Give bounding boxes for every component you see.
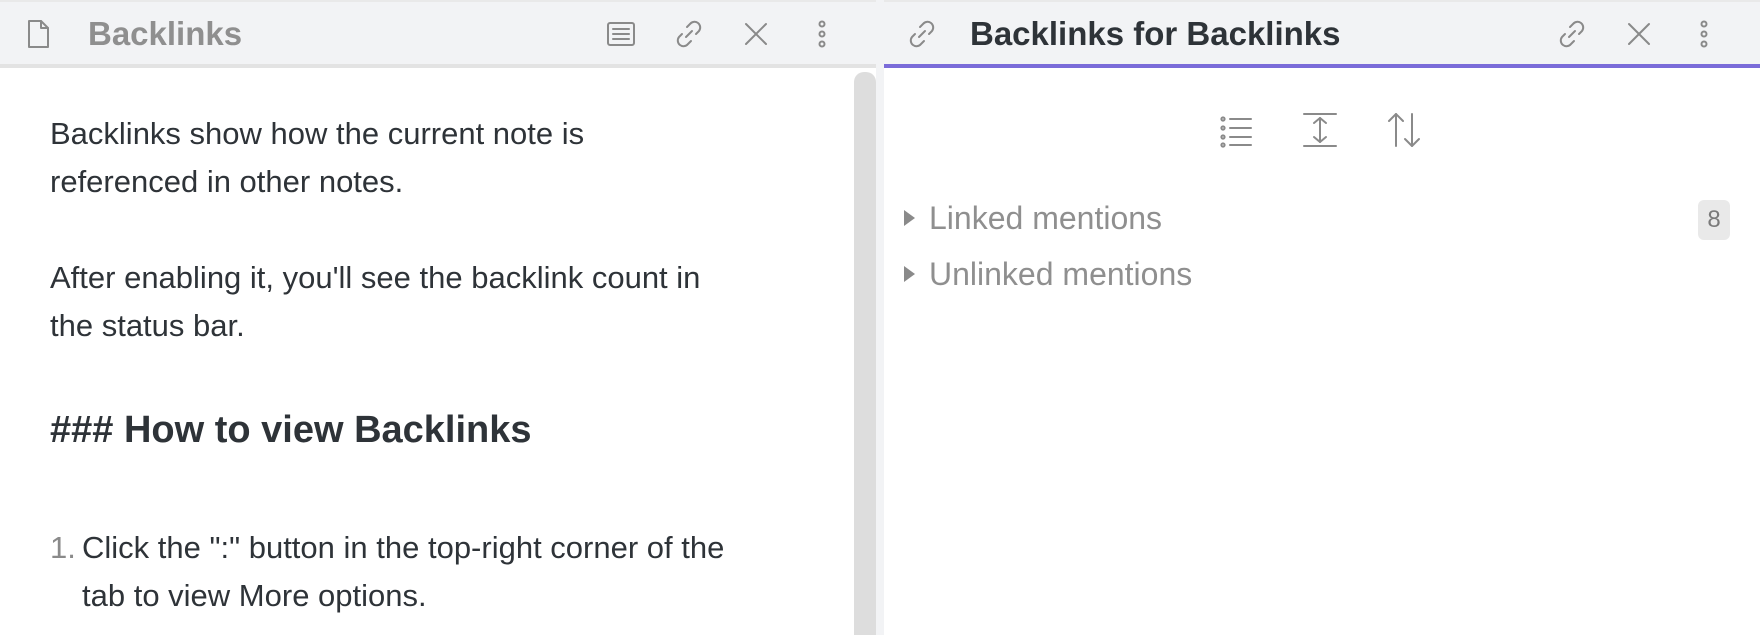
list-item: 1. Click the ":" button in the top-right… (50, 524, 772, 620)
more-options-icon[interactable] (804, 16, 840, 52)
note-pane: Backlinks Backlinks show how the current… (0, 0, 880, 635)
collapse-triangle-icon (904, 266, 915, 282)
note-paragraph: Backlinks show how the current note is r… (50, 116, 585, 199)
collapse-triangle-icon (904, 210, 915, 226)
backlinks-pane: Backlinks for Backlinks Linked mentions (884, 0, 1760, 635)
list-item-text: Click the ":" button in the top-right co… (82, 530, 725, 613)
sort-icon[interactable] (1382, 108, 1426, 152)
list-item-number: 1. (50, 530, 76, 565)
note-heading: ### How to view Backlinks (50, 409, 532, 451)
unlinked-mentions-toggle[interactable]: Unlinked mentions (904, 252, 1192, 296)
unlinked-mentions-label: Unlinked mentions (929, 255, 1193, 292)
note-content[interactable]: Backlinks show how the current note is r… (50, 110, 730, 613)
file-icon (20, 16, 56, 52)
expand-icon[interactable] (1298, 108, 1342, 152)
linked-mentions-toggle[interactable]: Linked mentions (904, 196, 1162, 240)
linked-mentions-count: 8 (1698, 200, 1730, 240)
more-options-icon[interactable] (1686, 16, 1722, 52)
note-tab-title[interactable]: Backlinks (88, 15, 242, 53)
backlinks-tab-header: Backlinks for Backlinks (884, 0, 1760, 68)
close-icon[interactable] (1621, 16, 1657, 52)
linked-mentions-label: Linked mentions (929, 199, 1163, 236)
app-window: Backlinks Backlinks show how the current… (0, 0, 1760, 635)
note-paragraph: After enabling it, you'll see the backli… (50, 260, 701, 343)
link-icon (904, 16, 940, 52)
note-tab-header: Backlinks (0, 0, 876, 68)
scrollbar[interactable] (854, 72, 876, 635)
list-view-icon[interactable] (1214, 108, 1258, 152)
note-list: 1. Click the ":" button in the top-right… (50, 524, 772, 620)
reading-view-icon[interactable] (603, 16, 639, 52)
link-icon[interactable] (671, 16, 707, 52)
backlinks-tab-title[interactable]: Backlinks for Backlinks (970, 15, 1341, 53)
unlink-icon[interactable] (1554, 16, 1590, 52)
close-icon[interactable] (738, 16, 774, 52)
pane-divider[interactable] (876, 0, 884, 635)
